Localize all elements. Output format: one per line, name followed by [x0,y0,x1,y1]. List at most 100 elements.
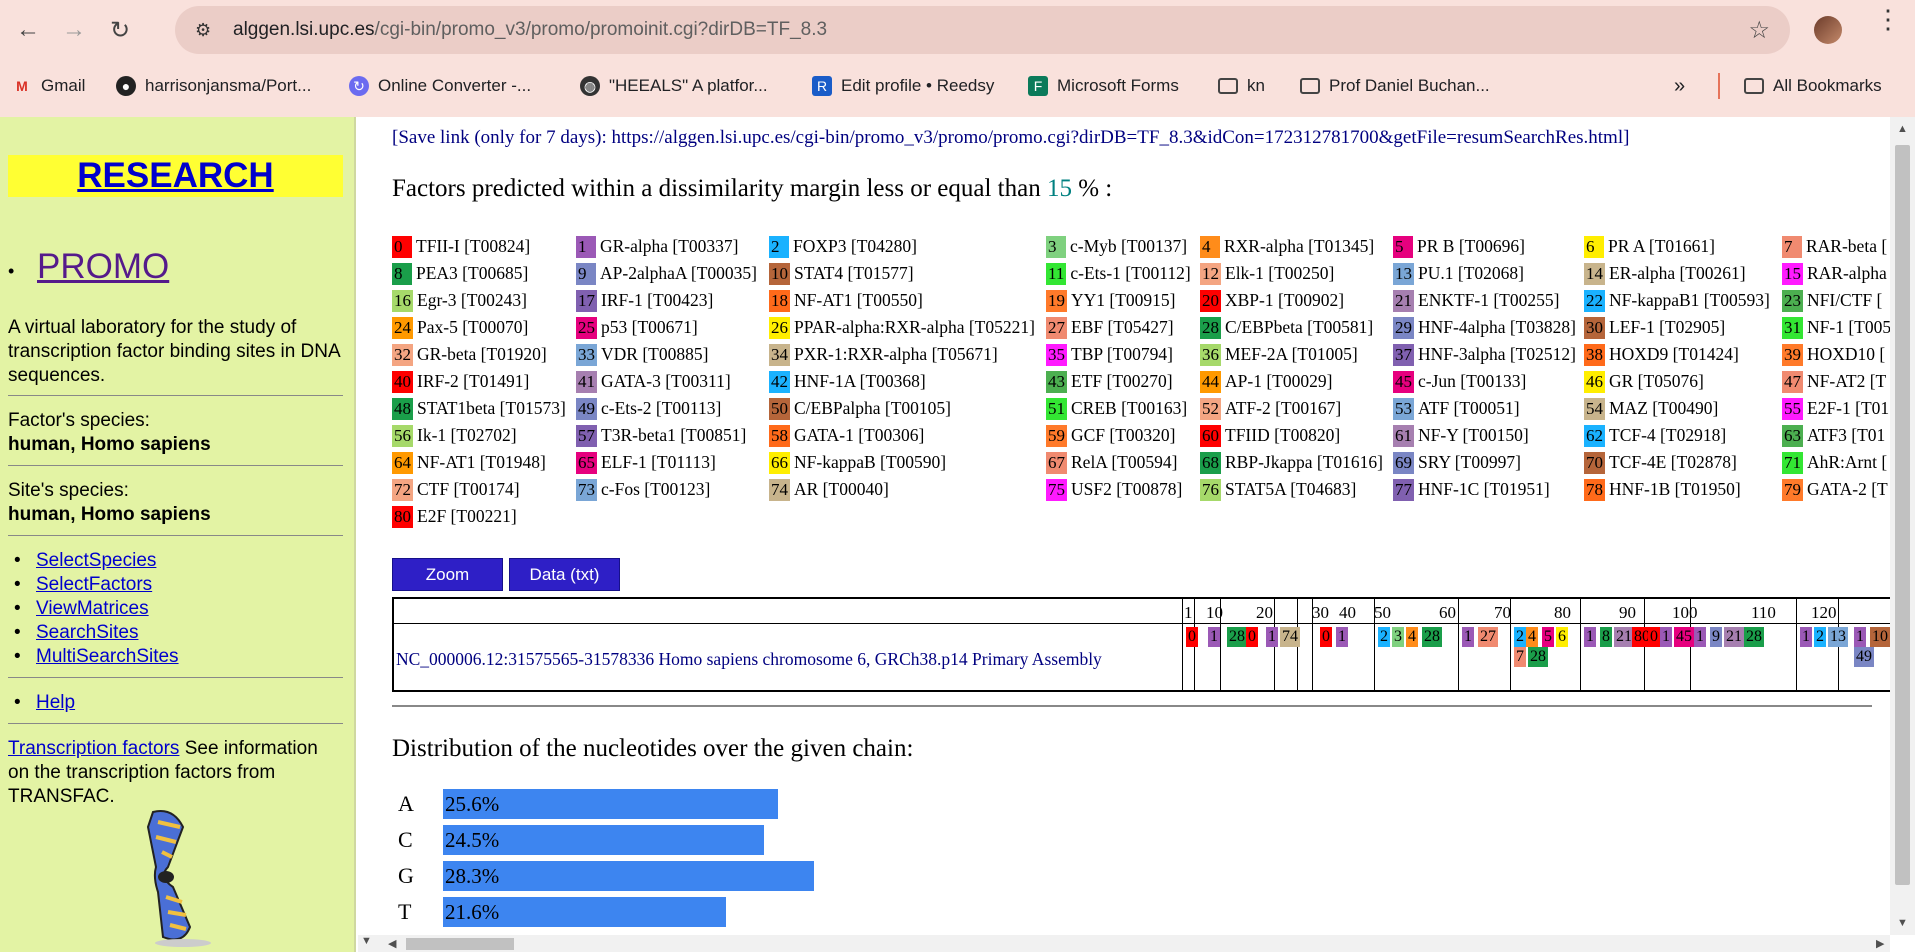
binding-site[interactable]: 0 [1648,627,1660,647]
link-select-factors[interactable]: SelectFactors [36,573,179,597]
binding-site[interactable]: 1 [1660,627,1672,647]
binding-site[interactable]: 2 [1378,627,1390,647]
binding-site[interactable]: 21 [1614,627,1634,647]
binding-site[interactable]: 1 [1800,627,1812,647]
promo-link[interactable]: PROMO [8,247,169,287]
factor-label: C/EBPbeta [T00581] [1225,317,1374,337]
binding-site[interactable]: 74 [1280,627,1300,647]
binding-site[interactable]: 21 [1724,627,1744,647]
binding-site[interactable]: 1 [1266,627,1278,647]
horizontal-scrollbar[interactable]: ◀ ▶ [358,935,1890,952]
factor-number: 29 [1393,317,1414,339]
factor-number: 37 [1393,344,1414,366]
data-txt-button[interactable]: Data (txt) [509,558,620,591]
reload-icon[interactable]: ↻ [102,12,138,48]
factor-number: 11 [1046,263,1067,285]
link-view-matrices[interactable]: ViewMatrices [36,597,179,621]
bookmark-converter[interactable]: ↻ Online Converter -... [349,68,531,104]
forward-icon[interactable]: → [56,12,92,48]
binding-site[interactable]: 1 [1336,627,1348,647]
factor-number: 15 [1782,263,1803,285]
binding-site[interactable]: 8 [1600,627,1612,647]
binding-site[interactable]: 0 [1246,627,1258,647]
bookmark-github[interactable]: ● harrisonjansma/Port... [116,68,311,104]
factor-label: Elk-1 [T00250] [1225,263,1335,283]
scroll-down-icon[interactable]: ▼ [1897,917,1908,929]
site-info-icon[interactable]: ⚙ [195,20,217,41]
profile-avatar[interactable] [1814,16,1842,44]
binding-site[interactable]: 2 [1514,627,1526,647]
factor-entry: 14 ER-alpha [T00261] [1584,261,1746,285]
menu-icon[interactable]: ⋮ [1875,6,1901,32]
nucleotide-label: G [398,863,414,888]
factor-entry: 73 c-Fos [T00123] [576,477,710,501]
binding-site[interactable]: 27 [1478,627,1498,647]
back-icon[interactable]: ← [10,12,46,48]
factor-entry: 71 AhR:Arnt [ [1782,450,1887,474]
factor-entry: 80 E2F [T00221] [392,504,517,528]
binding-site[interactable]: 28 [1744,627,1764,647]
factor-number: 78 [1584,479,1605,501]
scroll-up-icon[interactable]: ▲ [1897,123,1908,135]
more-bookmarks-icon[interactable]: » [1674,68,1685,104]
binding-site[interactable]: 1 [1854,627,1866,647]
binding-site[interactable]: 0 [1186,627,1198,647]
position-tick: 1 [1184,603,1193,622]
factor-number: 2 [769,236,789,258]
binding-site[interactable]: 28 [1528,647,1548,667]
bookmark-buchan[interactable]: Prof Daniel Buchan... [1300,68,1490,104]
save-link[interactable]: [Save link (only for 7 days): https://al… [392,127,1629,149]
binding-site[interactable]: 10 [1870,627,1890,647]
bookmark-heeals[interactable]: ◍ "HEEALS" A platfor... [580,68,768,104]
binding-site[interactable]: 45 [1674,627,1694,647]
binding-site[interactable]: 4 [1406,627,1418,647]
position-tick: 100 [1672,603,1698,622]
bookmark-forms[interactable]: F Microsoft Forms [1028,68,1179,104]
research-link[interactable]: RESEARCH [8,155,343,197]
vertical-scroll-thumb[interactable] [1895,145,1910,885]
binding-site[interactable]: 28 [1227,627,1247,647]
factor-label: c-Jun [T00133] [1418,371,1527,391]
binding-site[interactable]: 1 [1208,627,1220,647]
bookmark-gmail[interactable]: M Gmail [12,68,85,104]
factor-label: Ik-1 [T02702] [417,425,517,445]
binding-site[interactable]: 6 [1556,627,1568,647]
bookmark-reedsy[interactable]: R Edit profile • Reedsy [812,68,994,104]
binding-site[interactable]: 2 [1814,627,1826,647]
binding-site[interactable]: 1 [1462,627,1474,647]
link-transcription-factors[interactable]: Transcription factors [8,738,179,759]
column-divider [1510,599,1511,690]
scroll-right-icon[interactable]: ▶ [1876,937,1884,950]
binding-site[interactable]: 13 [1828,627,1848,647]
factor-entry: 33 VDR [T00885] [576,342,708,366]
link-search-sites[interactable]: SearchSites [36,621,179,645]
binding-site[interactable]: 7 [1514,647,1526,667]
sequence-name[interactable]: NC_000006.12:31575565-31578336 Homo sapi… [396,649,1102,670]
horizontal-scroll-thumb[interactable] [406,938,514,950]
factor-number: 38 [1584,344,1605,366]
zoom-button[interactable]: Zoom [392,558,503,591]
factor-label: HNF-1A [T00368] [794,371,926,391]
factor-number: 42 [769,371,790,393]
bookmark-star-icon[interactable]: ☆ [1748,16,1770,45]
scroll-left-icon[interactable]: ◀ [388,937,396,950]
binding-site[interactable]: 0 [1320,627,1332,647]
factor-label: PR B [T00696] [1417,236,1525,256]
factor-number: 10 [769,263,790,285]
binding-site[interactable]: 4 [1526,627,1538,647]
vertical-scrollbar[interactable]: ▲ ▼ [1890,117,1915,935]
binding-site[interactable]: 5 [1542,627,1554,647]
binding-site[interactable]: 49 [1854,647,1874,667]
factor-number: 75 [1046,479,1067,501]
bookmark-kn[interactable]: kn [1218,68,1265,104]
binding-site[interactable]: 3 [1392,627,1404,647]
link-help[interactable]: Help [36,691,75,715]
link-select-species[interactable]: SelectSpecies [36,549,179,573]
address-bar[interactable]: ⚙ alggen.lsi.upc.es/cgi-bin/promo_v3/pro… [175,6,1790,54]
binding-site[interactable]: 9 [1710,627,1722,647]
link-multi-search-sites[interactable]: MultiSearchSites [36,645,179,669]
bookmark-all[interactable]: All Bookmarks [1744,68,1882,104]
binding-site[interactable]: 1 [1694,627,1706,647]
binding-site[interactable]: 1 [1584,627,1596,647]
binding-site[interactable]: 28 [1422,627,1442,647]
